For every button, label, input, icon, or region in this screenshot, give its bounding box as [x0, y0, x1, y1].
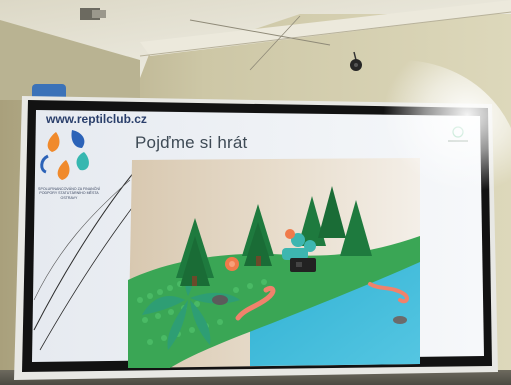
slide-title: Pojďme si hrát: [135, 133, 248, 152]
screen-glare: [280, 60, 511, 280]
sponsor-tagline: SPOLUFINANCOVÁNO ZA FINANČNÍ PODPORY sta…: [38, 187, 100, 200]
site-url: www.reptilclub.cz: [46, 112, 147, 126]
